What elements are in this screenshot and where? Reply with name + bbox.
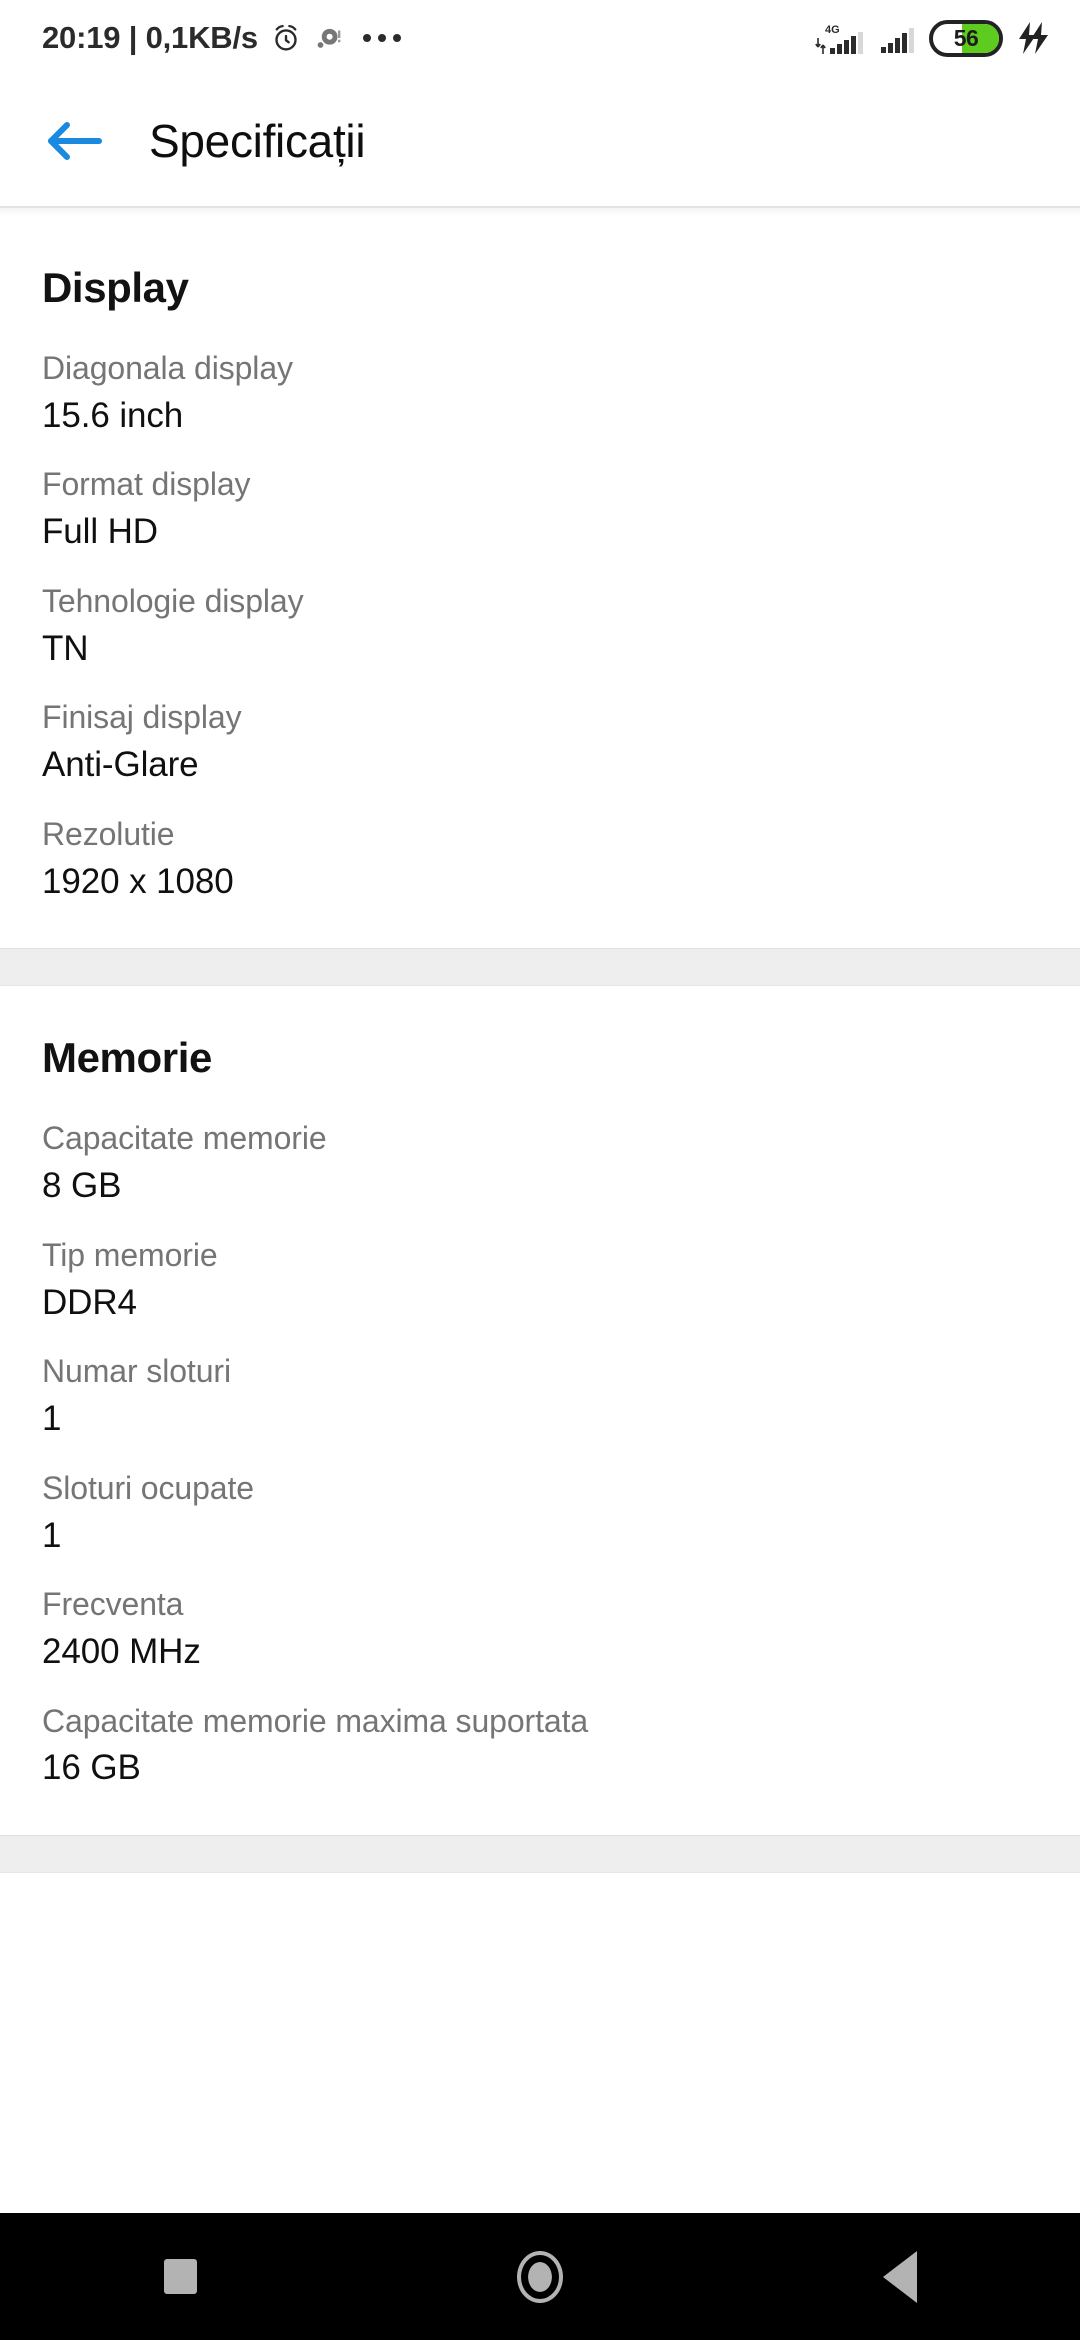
section-divider xyxy=(0,948,1080,987)
spec-row: Capacitate memorie 8 GB xyxy=(42,1092,1038,1208)
spec-row: Capacitate memorie maxima suportata 16 G… xyxy=(42,1675,1038,1791)
spec-row: Format display Full HD xyxy=(42,438,1038,554)
battery-level-text: 56 xyxy=(953,24,979,51)
spec-value: DDR4 xyxy=(42,1282,137,1322)
spec-label: Capacitate memorie xyxy=(42,1120,327,1157)
spec-label: Numar sloturi xyxy=(42,1353,231,1390)
status-bar: 20:19 | 0,1KB/s 4G 56 xyxy=(0,0,1080,76)
spec-label: Sloturi ocupate xyxy=(42,1469,254,1506)
spec-row: Numar sloturi 1 xyxy=(42,1325,1038,1441)
section-bottom-spacer xyxy=(42,904,1038,948)
spec-section-memorie: Memorie Capacitate memorie 8 GB Tip memo… xyxy=(0,986,1080,1835)
signal-bars-icon: 4G xyxy=(815,21,869,55)
page-title: Specificații xyxy=(149,115,366,167)
spec-label: Tip memorie xyxy=(42,1236,218,1273)
back-nav-button[interactable] xyxy=(825,2213,975,2340)
spec-value: Full HD xyxy=(42,512,158,552)
spec-label: Tehnologie display xyxy=(42,582,304,619)
spec-row: Frecventa 2400 MHz xyxy=(42,1558,1038,1674)
spec-content: Display Diagonala display 15.6 inch Form… xyxy=(0,216,1080,1873)
spec-row: Rezolutie 1920 x 1080 xyxy=(42,788,1038,904)
spec-value: Anti-Glare xyxy=(42,745,199,785)
spec-value: 8 GB xyxy=(42,1166,122,1206)
spec-section-display: Display Diagonala display 15.6 inch Form… xyxy=(0,216,1080,949)
spec-value: 1920 x 1080 xyxy=(42,861,234,901)
section-title: Display xyxy=(42,264,189,311)
back-button[interactable] xyxy=(42,110,104,172)
section-bottom-spacer xyxy=(42,1791,1038,1835)
spec-row: Sloturi ocupate 1 xyxy=(42,1442,1038,1558)
spec-label: Rezolutie xyxy=(42,815,175,852)
spec-value: 2400 MHz xyxy=(42,1632,201,1672)
spec-row: Finisaj display Anti-Glare xyxy=(42,671,1038,787)
spec-value: 16 GB xyxy=(42,1748,141,1788)
app-bar-shadow xyxy=(0,208,1080,216)
app-bar: Specificații xyxy=(0,76,1080,206)
circle-home-icon xyxy=(517,2250,563,2303)
status-bar-right: 4G 56 xyxy=(815,19,1050,57)
fast-charging-bolt-icon xyxy=(1014,21,1050,55)
spec-label: Frecventa xyxy=(42,1586,184,1623)
status-bar-left: 20:19 | 0,1KB/s xyxy=(42,20,401,56)
spec-row: Diagonala display 15.6 inch xyxy=(42,322,1038,438)
spec-label: Format display xyxy=(42,466,251,503)
status-clock-and-network-speed: 20:19 | 0,1KB/s xyxy=(42,20,258,55)
spec-label: Finisaj display xyxy=(42,699,242,736)
home-button[interactable] xyxy=(465,2213,615,2340)
spec-value: 1 xyxy=(42,1399,62,1439)
section-title: Memorie xyxy=(42,1034,212,1082)
alarm-clock-icon xyxy=(271,23,301,53)
spec-row: Tehnologie display TN xyxy=(42,555,1038,671)
triangle-back-icon xyxy=(883,2250,917,2303)
spec-row: Tip memorie DDR4 xyxy=(42,1209,1038,1325)
signal-bars-icon xyxy=(880,22,918,54)
ellipsis-icon xyxy=(362,34,401,42)
recents-button[interactable] xyxy=(105,2213,255,2340)
spec-value: 15.6 inch xyxy=(42,395,184,435)
arrow-left-icon xyxy=(43,117,103,165)
square-recents-icon xyxy=(163,2259,197,2294)
svg-text:4G: 4G xyxy=(825,24,840,36)
battery-indicator: 56 xyxy=(929,19,1003,57)
spec-value: 1 xyxy=(42,1515,62,1555)
spec-label: Capacitate memorie maxima suportata xyxy=(42,1702,589,1739)
notification-dot-icon xyxy=(314,23,344,53)
section-divider-bottom xyxy=(0,1834,1080,1873)
android-navigation-bar xyxy=(0,2213,1080,2340)
spec-label: Diagonala display xyxy=(42,350,293,386)
spec-value: TN xyxy=(42,628,89,668)
